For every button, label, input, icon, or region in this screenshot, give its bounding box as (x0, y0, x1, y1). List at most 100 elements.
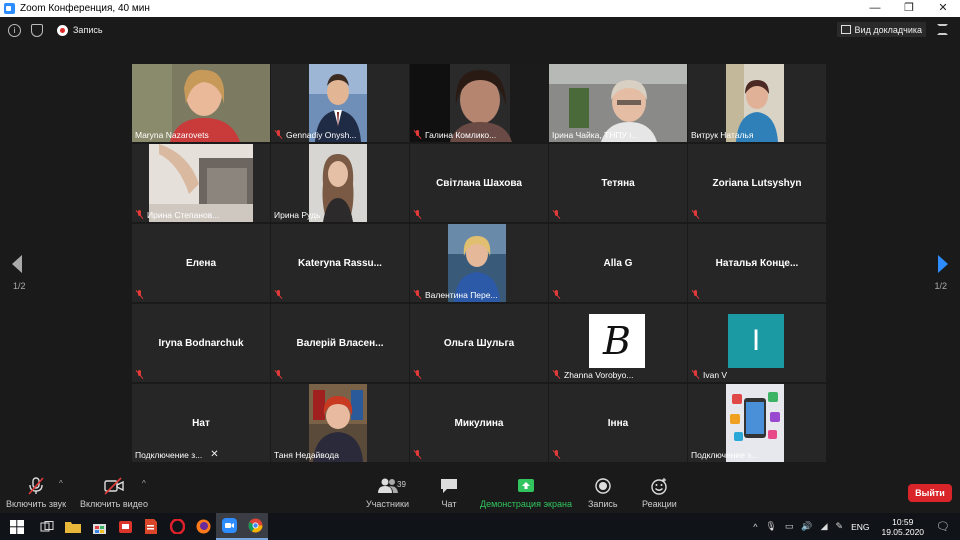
record-label: Запись (588, 499, 618, 509)
recording-icon (57, 24, 68, 36)
participant-name: Галина Комлико... (425, 129, 497, 140)
participant-name-display: Iryna Bodnarchuk (158, 337, 244, 349)
audio-options-chevron-icon[interactable]: ^ (59, 479, 63, 488)
speaker-view-icon (840, 25, 851, 34)
muted-mic-icon (691, 290, 700, 299)
taskbar-opera[interactable] (164, 513, 190, 540)
participant-tile[interactable]: Ирина Рудь (271, 144, 409, 222)
start-button[interactable] (0, 513, 34, 540)
input-language[interactable]: ENG (851, 522, 869, 532)
taskbar-file-explorer[interactable] (60, 513, 86, 540)
minimize-button[interactable]: — (858, 0, 892, 17)
reactions-smiley-icon (651, 478, 668, 495)
record-button[interactable]: Запись (588, 477, 618, 509)
muted-mic-icon (135, 370, 144, 379)
participant-tile[interactable]: Витрук Наталья (688, 64, 826, 142)
participant-tile[interactable]: Ірина Чайка, ТНПУ і... (549, 64, 687, 142)
next-page-arrow-icon[interactable] (938, 255, 948, 273)
previous-page-arrow-icon[interactable] (12, 255, 22, 273)
fullscreen-icon[interactable] (937, 24, 948, 35)
leave-meeting-button[interactable]: Выйти (908, 484, 952, 502)
speaker-view-button[interactable]: Вид докладчика (836, 22, 926, 37)
close-icon[interactable]: ✕ (210, 449, 218, 460)
participant-caption: Подключение з... (691, 449, 758, 460)
clock-date: 19.05.2020 (881, 526, 925, 537)
close-button[interactable]: ✕ (926, 0, 960, 17)
restore-button[interactable]: ❐ (892, 0, 926, 17)
participant-initial: I (728, 314, 784, 368)
participants-label: Участники (366, 499, 409, 509)
task-view-button[interactable] (34, 513, 60, 540)
muted-mic-icon (552, 290, 561, 299)
participant-tile[interactable]: B Zhanna Vorobyo... (549, 304, 687, 382)
recording-label: Запись (73, 25, 103, 35)
participants-count: 39 (397, 480, 406, 489)
microphone-icon[interactable]: 🎙 (765, 521, 776, 532)
participant-caption: Ирина Степанов... (135, 209, 219, 220)
participant-tile[interactable]: Інна (549, 384, 687, 462)
participant-tile[interactable]: Тетяна (549, 144, 687, 222)
notifications-icon[interactable]: 🗨 (936, 520, 950, 533)
network-icon[interactable]: ◢ (821, 521, 828, 532)
participant-tile[interactable]: Елена (132, 224, 270, 302)
participant-tile[interactable]: Таня Недайвода (271, 384, 409, 462)
taskbar-zoom[interactable] (216, 513, 242, 540)
participant-tile[interactable]: Валерій Власен... (271, 304, 409, 382)
start-video-button[interactable]: Включить видео (80, 477, 148, 509)
battery-icon[interactable]: ▭ (785, 521, 794, 532)
opera-icon (169, 519, 185, 534)
participant-tile[interactable]: Zoriana Lutsyshyn (688, 144, 826, 222)
video-options-chevron-icon[interactable]: ^ (142, 479, 146, 488)
participant-tile[interactable]: Наталья Конце... (688, 224, 826, 302)
logo-letter: B (603, 319, 631, 363)
windows-ink-icon[interactable]: ✎ (836, 521, 844, 532)
reactions-button[interactable]: Реакции (642, 477, 677, 509)
window-titlebar: Zoom Конференция, 40 мин — ❐ ✕ (0, 0, 960, 17)
participant-name-display: Валерій Власен... (296, 337, 384, 349)
participant-tile[interactable]: Нат Подключение з... ✕ (132, 384, 270, 462)
chat-button[interactable]: Чат (439, 477, 459, 509)
participant-tile[interactable]: Микулина (410, 384, 548, 462)
volume-icon[interactable]: 🔊 (801, 521, 812, 532)
participant-tile[interactable]: Iryna Bodnarchuk (132, 304, 270, 382)
muted-mic-icon (691, 370, 700, 379)
taskbar-chrome[interactable] (242, 513, 268, 540)
chat-icon (441, 479, 457, 493)
meeting-info-icon[interactable]: i (8, 23, 21, 37)
meeting-topbar: i Запись Вид докладчика (0, 17, 960, 43)
taskbar-store[interactable] (86, 513, 112, 540)
participant-tile[interactable]: Ольга Шульга (410, 304, 548, 382)
chrome-icon (248, 518, 262, 533)
participant-name-display: Микулина (454, 417, 504, 429)
taskbar-books-app[interactable] (112, 513, 138, 540)
participant-tile[interactable]: Alla G (549, 224, 687, 302)
participant-name: Ирина Степанов... (147, 209, 220, 220)
participant-tile[interactable]: Ирина Степанов... (132, 144, 270, 222)
show-hidden-icons-chevron-icon[interactable]: ^ (753, 522, 757, 532)
share-screen-button[interactable]: Демонстрация экрана (480, 477, 572, 509)
start-video-label: Включить видео (80, 499, 148, 509)
muted-mic-icon (413, 290, 422, 299)
shield-icon[interactable] (31, 23, 43, 37)
taskbar-presentation-app[interactable] (138, 513, 164, 540)
unmute-button[interactable]: Включить звук (6, 477, 66, 509)
participant-name-display: Інна (607, 417, 629, 429)
system-clock[interactable]: 10:59 19.05.2020 (881, 517, 924, 537)
taskbar-firefox[interactable] (190, 513, 216, 540)
participant-name-display: Alla G (603, 257, 633, 269)
participant-tile[interactable]: Світлана Шахова (410, 144, 548, 222)
participant-tile[interactable]: Kateryna Rassu... (271, 224, 409, 302)
participant-caption (691, 209, 703, 220)
document-icon (145, 519, 157, 534)
unmute-label: Включить звук (6, 499, 67, 509)
participant-tile[interactable]: Валентина Пере... (410, 224, 548, 302)
participant-tile[interactable]: Gennadiy Onysh... (271, 64, 409, 142)
participant-tile[interactable]: I Ivan V (688, 304, 826, 382)
participants-icon (377, 478, 398, 493)
chat-label: Чат (441, 499, 457, 509)
participant-caption (552, 449, 564, 460)
participant-tile[interactable]: Maryna Nazarovets (132, 64, 270, 142)
participant-tile[interactable]: Галина Комлико... (410, 64, 548, 142)
windows-taskbar: ^ 🎙 ▭ 🔊 ◢ ✎ ENG 10:59 19.05.2020 🗨 (0, 513, 960, 540)
participant-tile[interactable]: Подключение з... (688, 384, 826, 462)
